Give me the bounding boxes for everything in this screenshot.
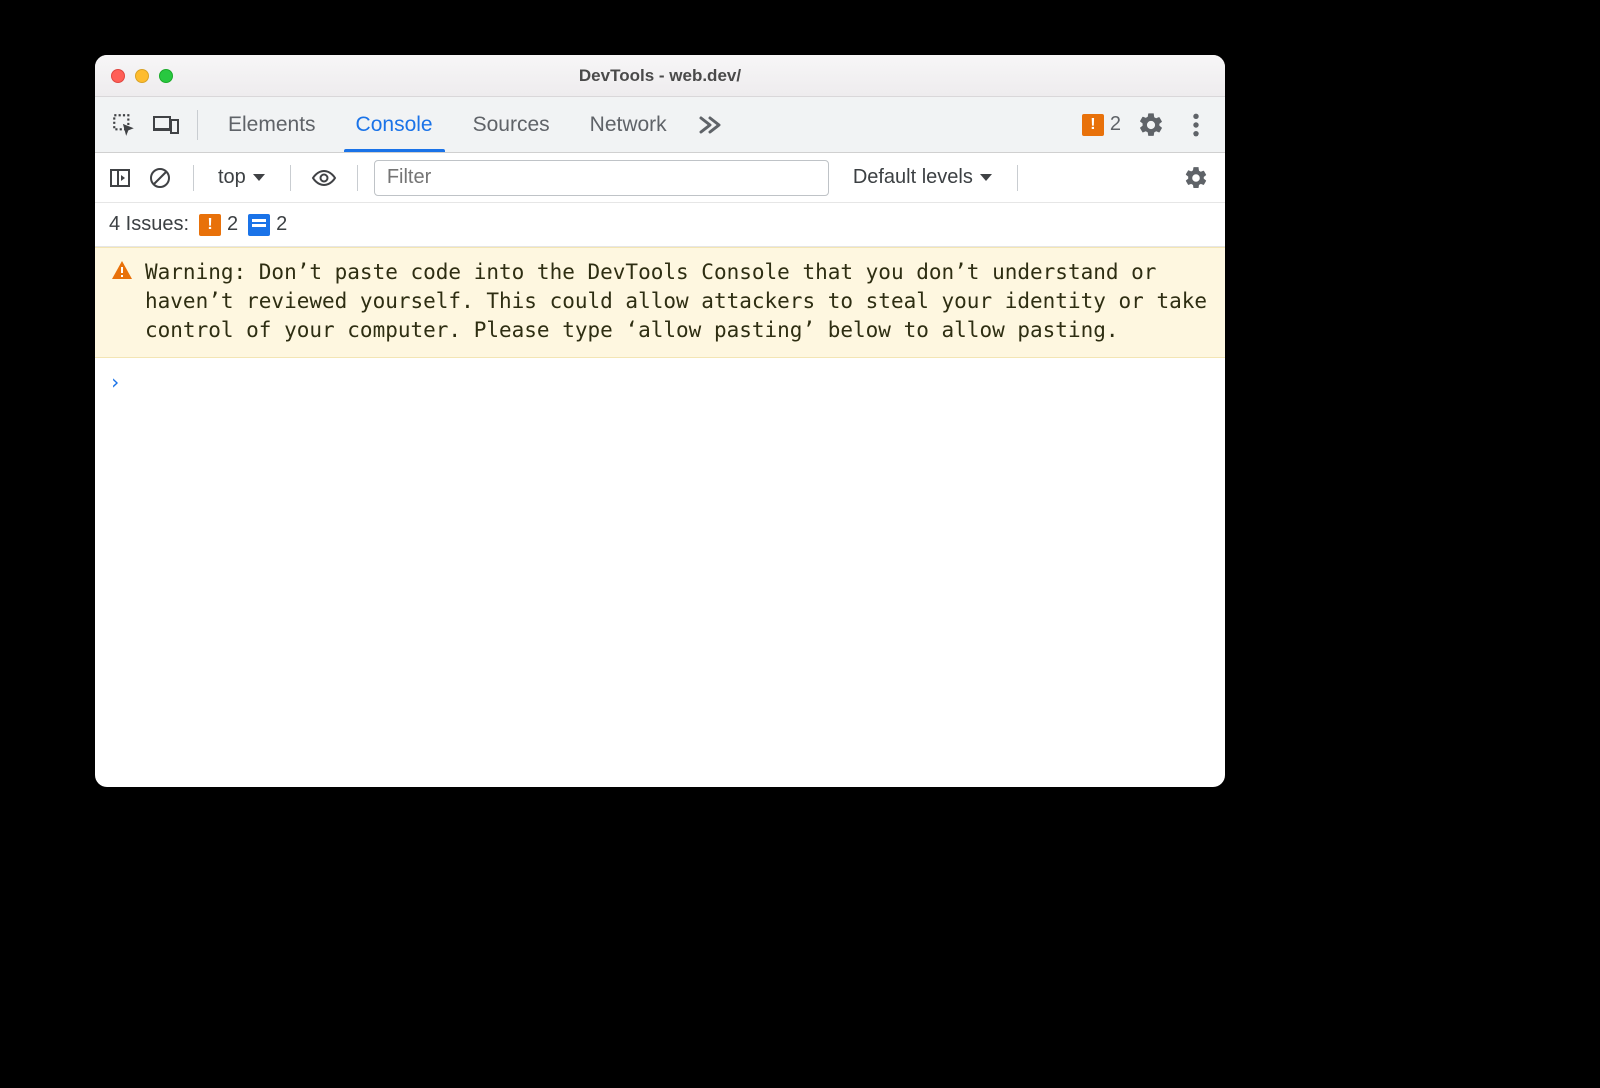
window-titlebar: DevTools - web.dev/ (95, 55, 1225, 97)
settings-gear-icon[interactable] (1129, 106, 1173, 144)
log-levels-label: Default levels (853, 166, 973, 189)
orange-issue-badge: ! 2 (199, 213, 238, 236)
self-xss-warning: Warning: Don’t paste code into the DevTo… (95, 247, 1225, 358)
info-badge-icon (248, 214, 270, 236)
divider (197, 110, 198, 140)
warning-triangle-icon (111, 260, 133, 345)
divider (290, 165, 291, 191)
more-tabs-button[interactable] (687, 97, 733, 152)
issues-summary[interactable]: 4 Issues: ! 2 2 (95, 203, 1225, 247)
clear-console-icon[interactable] (143, 161, 177, 195)
context-selector[interactable]: top (210, 166, 274, 189)
error-badge-count: 2 (1110, 113, 1121, 136)
issues-indicator[interactable]: ! 2 (1082, 113, 1121, 136)
divider (357, 165, 358, 191)
main-tabstrip: Elements Console Sources Network ! 2 (95, 97, 1225, 153)
device-toggle-icon[interactable] (147, 106, 185, 144)
issues-label: 4 Issues: (109, 213, 189, 236)
live-expression-icon[interactable] (307, 161, 341, 195)
tab-sources[interactable]: Sources (453, 97, 570, 152)
filter-input[interactable] (374, 160, 829, 196)
warning-text: Warning: Don’t paste code into the DevTo… (145, 258, 1209, 345)
prompt-chevron-icon: › (109, 370, 121, 394)
blue-issue-count: 2 (276, 213, 287, 236)
blue-issue-badge: 2 (248, 213, 287, 236)
filter-input-wrap (374, 160, 829, 196)
inspect-element-icon[interactable] (105, 106, 143, 144)
show-sidebar-icon[interactable] (103, 161, 137, 195)
tab-elements[interactable]: Elements (208, 97, 336, 152)
divider (1017, 165, 1018, 191)
kebab-menu-icon[interactable] (1177, 106, 1215, 144)
divider (193, 165, 194, 191)
window-title: DevTools - web.dev/ (95, 66, 1225, 86)
tab-network[interactable]: Network (570, 97, 687, 152)
console-settings-gear-icon[interactable] (1175, 161, 1217, 195)
console-prompt[interactable]: › (95, 358, 1225, 406)
orange-issue-count: 2 (227, 213, 238, 236)
log-levels-selector[interactable]: Default levels (853, 166, 993, 189)
chevron-down-icon (979, 173, 993, 183)
context-label: top (218, 166, 246, 189)
warning-badge-icon: ! (199, 214, 221, 236)
devtools-window: DevTools - web.dev/ Elements Console Sou… (95, 55, 1225, 787)
console-toolbar: top Default levels (95, 153, 1225, 203)
panel-tabs: Elements Console Sources Network (208, 97, 733, 152)
chevron-down-icon (252, 173, 266, 183)
tab-console[interactable]: Console (336, 97, 453, 152)
error-badge-icon: ! (1082, 114, 1104, 136)
